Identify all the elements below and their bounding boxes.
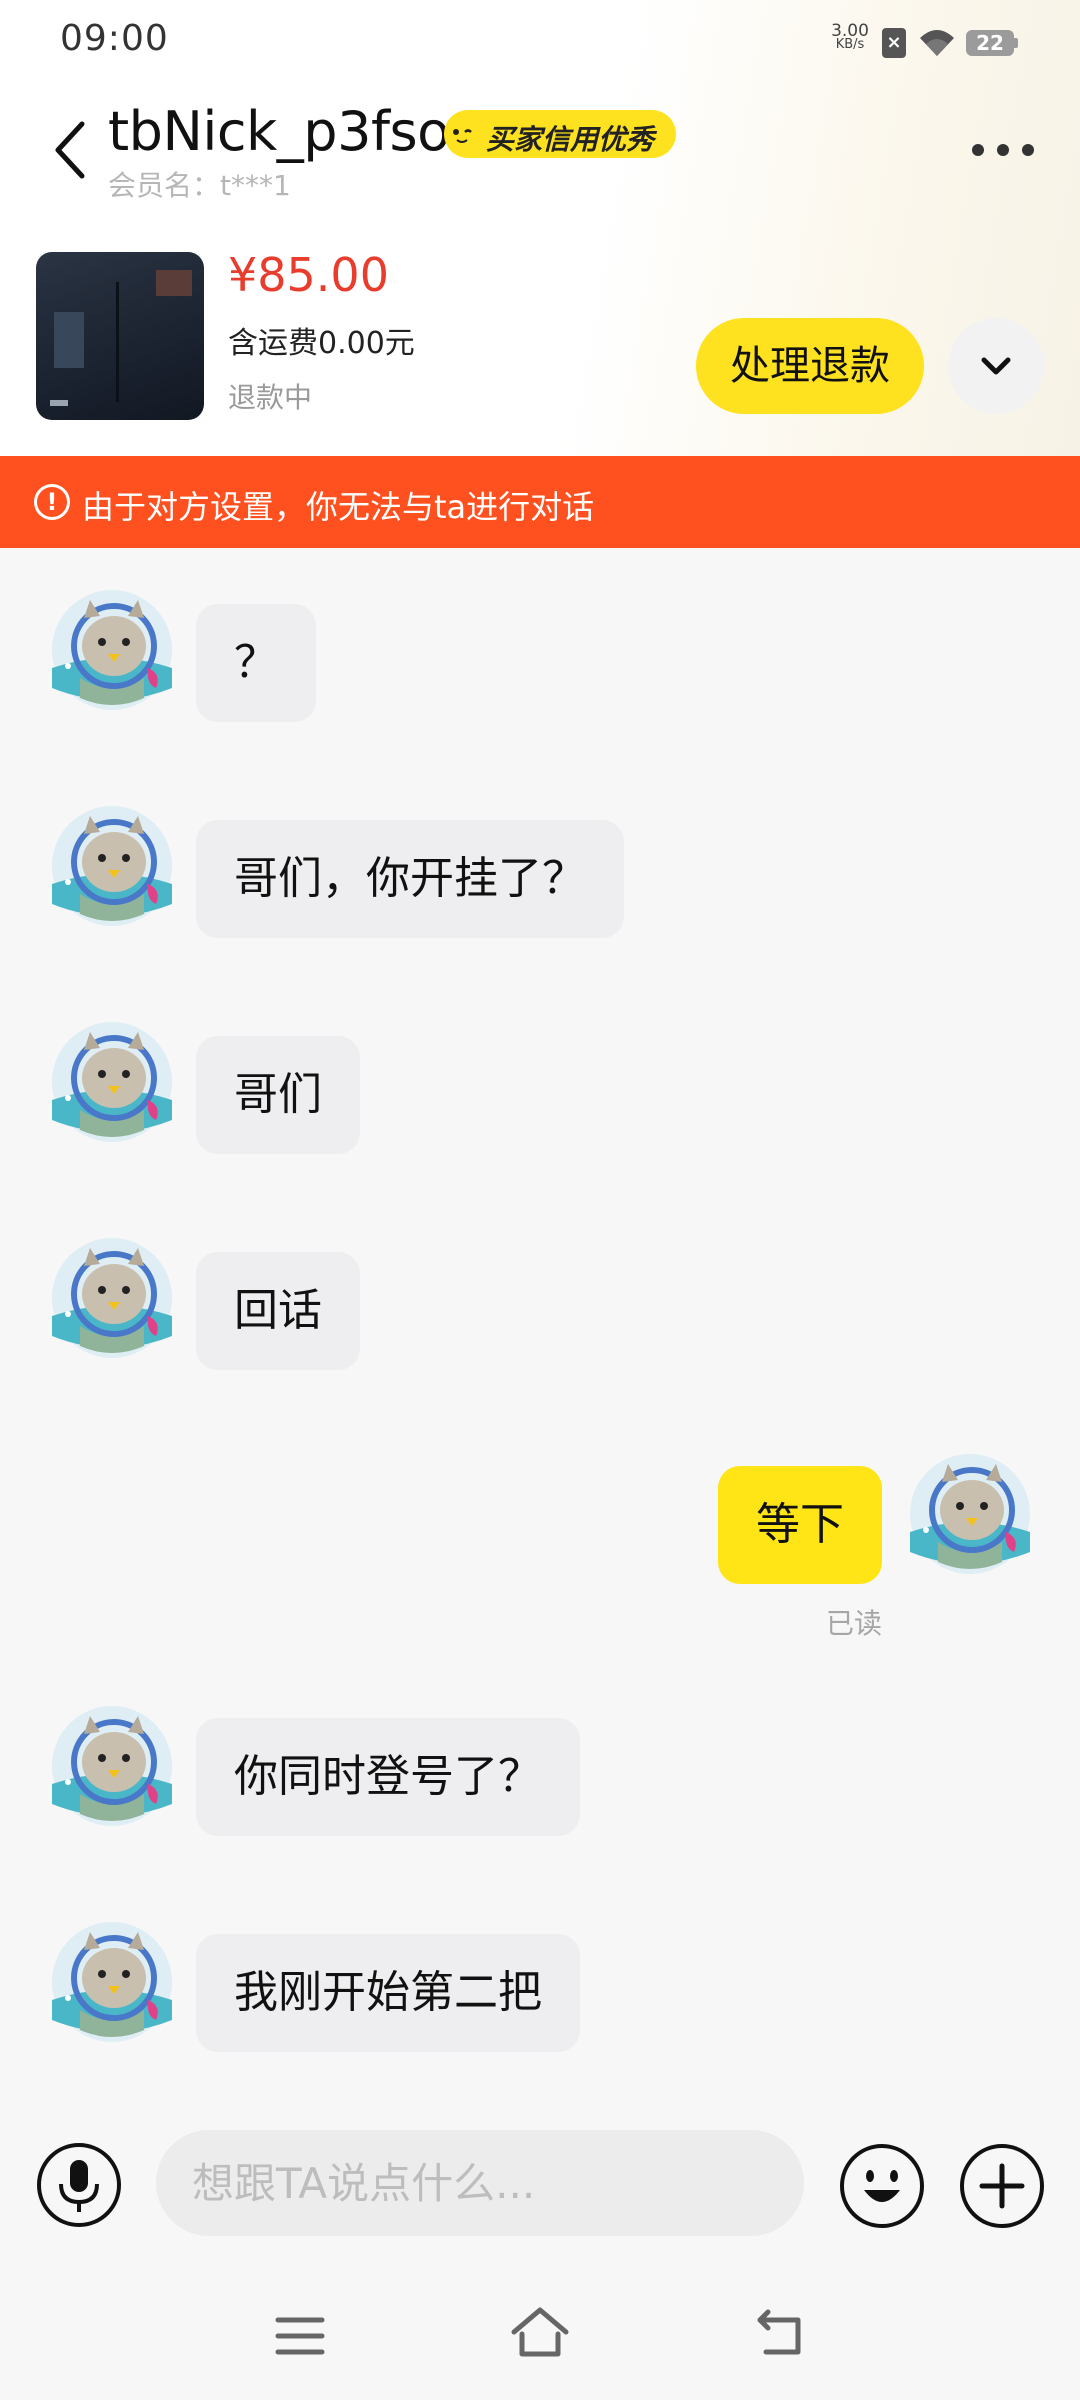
credit-badge[interactable]: 买家信用优秀 xyxy=(444,110,676,158)
home-icon[interactable] xyxy=(508,2300,572,2364)
status-time: 09:00 xyxy=(60,18,169,59)
avatar[interactable] xyxy=(50,1020,174,1144)
back-arrow-icon[interactable] xyxy=(752,2306,808,2362)
wifi-icon xyxy=(920,30,954,56)
chevron-down-icon xyxy=(981,357,1011,375)
plus-icon[interactable] xyxy=(958,2142,1046,2230)
battery-icon: 22 xyxy=(966,30,1018,56)
warning-banner: ! 由于对方设置，你无法与ta进行对话 xyxy=(0,456,1080,548)
network-speed-value: 3.00 xyxy=(831,21,869,41)
avatar[interactable] xyxy=(50,1920,174,2044)
cat-avatar-icon xyxy=(52,1022,172,1142)
status-bar: 09:00 3.00 KB/s × 22 xyxy=(0,0,1080,84)
cat-avatar-icon xyxy=(52,590,172,710)
cat-avatar-icon xyxy=(52,1238,172,1358)
message-bubble[interactable]: 哥们，你开挂了？ xyxy=(196,820,624,938)
message-bubble[interactable]: 你同时登号了？ xyxy=(196,1718,580,1836)
alert-icon: ! xyxy=(34,484,70,520)
credit-badge-label: 买家信用优秀 xyxy=(486,123,655,156)
cat-avatar-icon xyxy=(52,806,172,926)
product-price: ¥85.00 xyxy=(228,248,389,302)
product-thumbnail[interactable] xyxy=(36,252,204,420)
message-bubble[interactable]: 我刚开始第二把 xyxy=(196,1934,580,2052)
avatar[interactable] xyxy=(50,1704,174,1828)
menu-icon[interactable] xyxy=(272,2310,328,2362)
cat-avatar-icon xyxy=(52,1706,172,1826)
avatar-self[interactable] xyxy=(908,1452,1032,1576)
cat-avatar-icon xyxy=(910,1454,1030,1574)
warning-text: 由于对方设置，你无法与ta进行对话 xyxy=(82,488,595,526)
network-speed: 3.00 KB/s xyxy=(828,21,872,52)
microphone-icon[interactable] xyxy=(36,2142,122,2228)
process-refund-button[interactable]: 处理退款 xyxy=(696,318,924,414)
more-icon[interactable] xyxy=(968,130,1038,170)
emoji-icon[interactable] xyxy=(838,2142,926,2230)
cat-avatar-icon xyxy=(52,1922,172,2042)
avatar[interactable] xyxy=(50,1236,174,1360)
avatar[interactable] xyxy=(50,804,174,928)
member-name: 会员名：t***1 xyxy=(108,169,291,202)
battery-level: 22 xyxy=(976,31,1004,55)
refund-status: 退款中 xyxy=(228,381,313,414)
back-icon[interactable] xyxy=(50,118,90,182)
message-bubble-outgoing[interactable]: 等下 xyxy=(718,1466,882,1584)
read-status: 已读 xyxy=(826,1607,883,1640)
message-bubble[interactable]: 回话 xyxy=(196,1252,360,1370)
avatar[interactable] xyxy=(50,588,174,712)
expand-button[interactable] xyxy=(948,318,1044,414)
message-input[interactable] xyxy=(156,2130,804,2236)
page-title[interactable]: tbNick_p3fso xyxy=(108,100,450,163)
message-bubble[interactable]: 哥们 xyxy=(196,1036,360,1154)
cat-face-icon xyxy=(447,119,477,149)
shipping-fee: 含运费0.00元 xyxy=(228,326,415,361)
message-bubble[interactable]: ？ xyxy=(196,604,316,722)
no-sim-icon: × xyxy=(882,28,906,58)
